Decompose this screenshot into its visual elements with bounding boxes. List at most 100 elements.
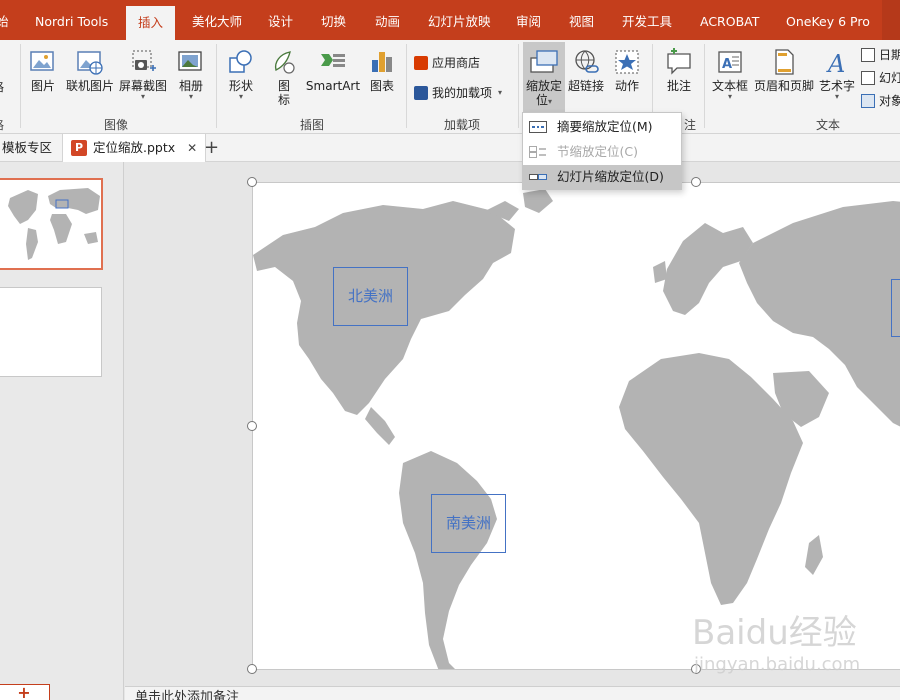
- screenshot-button[interactable]: 屏幕截图 ▾: [118, 48, 168, 101]
- tab-animations[interactable]: 动画: [375, 0, 400, 40]
- tab-view[interactable]: 视图: [569, 0, 594, 40]
- tab-insert[interactable]: 插入: [126, 6, 176, 40]
- ribbon-tab-bar: 始 Nordri Tools 插入 美化大师 设计 切换 动画 幻灯片放映 审阅…: [0, 0, 900, 40]
- tab-nordri-tools[interactable]: Nordri Tools: [35, 0, 108, 40]
- group-separator: [704, 44, 705, 128]
- document-tabs-bar: 模板专区 P 定位缩放.pptx ✕ +: [0, 134, 900, 162]
- slide-zoom-icon: [529, 174, 547, 180]
- tab-beautify-master[interactable]: 美化大师: [192, 0, 242, 40]
- picture-button[interactable]: 图片: [28, 48, 58, 93]
- document-tab-active[interactable]: P 定位缩放.pptx ✕: [62, 134, 207, 162]
- resize-handle-mid-left[interactable]: [247, 421, 257, 431]
- shapes-chevron-down-icon: ▾: [238, 92, 243, 101]
- new-tab-button[interactable]: +: [204, 134, 219, 162]
- action-button[interactable]: 动作: [612, 48, 642, 93]
- header-footer-icon: [775, 49, 794, 75]
- menu-item-slide-zoom[interactable]: 幻灯片缩放定位(D): [523, 165, 681, 189]
- svg-text:A: A: [722, 57, 732, 72]
- close-icon[interactable]: ✕: [187, 141, 197, 155]
- album-chevron-down-icon: ▾: [188, 92, 193, 101]
- online-picture-icon: [77, 51, 103, 75]
- date-label: 日期: [879, 48, 900, 62]
- zoom-icon: [530, 50, 558, 73]
- notes-placeholder: 单击此处添加备注: [135, 690, 240, 700]
- header-footer-label: 页眉和页脚: [753, 79, 814, 93]
- svg-text:A: A: [826, 50, 845, 76]
- zoom-box-south-america[interactable]: 南美洲: [431, 494, 506, 553]
- zoom-box-partial-right[interactable]: [891, 279, 900, 337]
- resize-handle-top-mid[interactable]: [691, 177, 701, 187]
- menu-item-summary-zoom-label: 摘要缩放定位(M): [557, 119, 653, 134]
- tab-slideshow[interactable]: 幻灯片放映: [428, 0, 491, 40]
- zoom-label-line1: 缩放定: [525, 79, 562, 93]
- object-icon: [861, 93, 875, 108]
- resize-handle-bottom-mid[interactable]: [691, 664, 701, 674]
- shapes-button[interactable]: 形状 ▾: [226, 48, 256, 101]
- icons-button[interactable]: 图标: [270, 48, 298, 107]
- online-picture-button[interactable]: 联机图片: [66, 48, 114, 93]
- album-icon: [178, 51, 202, 71]
- textbox-button[interactable]: A 文本框 ▾: [710, 48, 750, 101]
- chart-button[interactable]: 图表: [366, 48, 398, 93]
- screenshot-icon: [132, 50, 156, 71]
- my-addins-button[interactable]: 我的加载项 ▾: [414, 84, 502, 101]
- slide-canvas[interactable]: 北美洲 南美洲: [252, 182, 900, 670]
- wordart-button[interactable]: A 艺术字 ▾: [818, 48, 856, 101]
- album-button[interactable]: 相册 ▾: [176, 48, 206, 101]
- comment-button[interactable]: 批注: [662, 48, 696, 93]
- header-footer-button[interactable]: 页眉和页脚: [753, 48, 815, 93]
- slide-thumbnail-2[interactable]: [0, 287, 102, 377]
- add-slide-button[interactable]: +: [0, 684, 50, 700]
- tab-onekey[interactable]: OneKey 6 Pro: [786, 0, 870, 40]
- document-tab-filename: 定位缩放.pptx: [93, 140, 176, 155]
- smartart-label: SmartArt: [305, 79, 361, 93]
- slide-editing-area: 北美洲 南美洲: [125, 162, 900, 686]
- date-time-button[interactable]: 日期: [861, 46, 900, 63]
- store-button[interactable]: 应用商店: [414, 54, 480, 71]
- slide-number-icon: [861, 70, 875, 85]
- smartart-button[interactable]: SmartArt: [305, 48, 361, 93]
- zoom-button[interactable]: 缩放定 位▾: [523, 42, 565, 112]
- tab-home[interactable]: 始: [0, 0, 9, 40]
- partial-left-button[interactable]: 格: [0, 80, 4, 94]
- notes-pane[interactable]: 单击此处添加备注: [125, 686, 900, 700]
- online-picture-label: 联机图片: [66, 79, 115, 93]
- smartart-icon: [321, 54, 345, 67]
- thumbnail-world-map: [8, 188, 100, 260]
- resize-handle-bottom-left[interactable]: [247, 664, 257, 674]
- my-addins-icon: [414, 85, 428, 100]
- group-separator: [406, 44, 407, 128]
- slide-number-button[interactable]: 幻灯: [861, 69, 900, 86]
- addins-group-label: 加载项: [444, 118, 481, 132]
- wordart-label: 艺术字: [818, 79, 855, 93]
- action-label: 动作: [614, 79, 639, 93]
- object-button[interactable]: 对象: [861, 92, 900, 109]
- album-label: 相册: [178, 79, 203, 93]
- tab-developer[interactable]: 开发工具: [622, 0, 672, 40]
- zoom-chevron-down-icon: ▾: [548, 97, 553, 106]
- ribbon-insert: 格 格 图片 联机图片 屏幕截图 ▾: [0, 40, 900, 134]
- action-star-icon: [615, 50, 639, 74]
- menu-item-section-zoom[interactable]: 节缩放定位(C): [523, 140, 681, 164]
- tab-review[interactable]: 审阅: [516, 0, 541, 40]
- slide-thumbnail-1[interactable]: [0, 178, 103, 270]
- partial-left-group-label: 格: [0, 116, 4, 133]
- my-addins-chevron-down-icon: ▾: [498, 88, 503, 97]
- summary-zoom-icon: [529, 121, 547, 133]
- textbox-label: 文本框: [711, 79, 748, 93]
- resize-handle-top-left[interactable]: [247, 177, 257, 187]
- illustration-group-label: 插图: [300, 118, 325, 132]
- tab-design[interactable]: 设计: [268, 0, 293, 40]
- zoom-dropdown-menu: 摘要缩放定位(M) 节缩放定位(C) 幻灯片缩放定位(D): [522, 112, 682, 190]
- image-group-label: 图像: [104, 118, 129, 132]
- hyperlink-button[interactable]: 超链接: [566, 48, 606, 93]
- wordart-chevron-down-icon: ▾: [834, 92, 839, 101]
- template-zone-tab[interactable]: 模板专区: [2, 134, 52, 162]
- text-group-label: 文本: [816, 118, 841, 132]
- menu-item-summary-zoom[interactable]: 摘要缩放定位(M): [523, 115, 681, 139]
- object-label: 对象: [879, 94, 900, 108]
- store-icon: [414, 55, 428, 70]
- tab-acrobat[interactable]: ACROBAT: [700, 0, 759, 40]
- zoom-box-north-america[interactable]: 北美洲: [333, 267, 408, 326]
- tab-transitions[interactable]: 切换: [321, 0, 346, 40]
